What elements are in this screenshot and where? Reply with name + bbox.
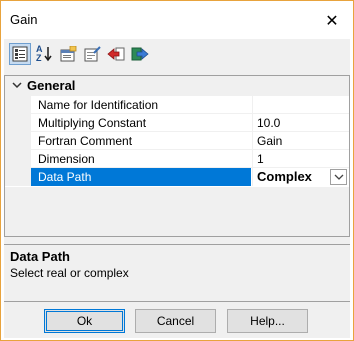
- close-icon: ✕: [325, 10, 339, 30]
- description-panel: Data Path Select real or complex: [4, 244, 350, 300]
- property-pages-icon: [60, 46, 77, 62]
- row-gutter: [5, 168, 31, 186]
- property-name: Dimension: [38, 152, 95, 166]
- green-arrow-button[interactable]: [129, 43, 151, 65]
- edit-page-icon: [84, 46, 101, 62]
- property-name: Multiplying Constant: [38, 116, 147, 130]
- red-arrow-icon: [107, 47, 125, 61]
- property-value[interactable]: 1: [252, 150, 349, 168]
- category-general[interactable]: General: [5, 76, 349, 95]
- green-arrow-icon: [131, 47, 149, 61]
- property-value[interactable]: Gain: [252, 132, 349, 150]
- gain-dialog: Gain ✕ A Z General Name for Identificati…: [0, 0, 354, 341]
- property-row-name-for-identification[interactable]: Name for Identification: [5, 95, 349, 114]
- row-gutter: [5, 114, 31, 132]
- help-button[interactable]: Help...: [227, 309, 308, 333]
- property-list: General Name for Identification Multiply…: [5, 76, 349, 187]
- close-button[interactable]: ✕: [311, 1, 353, 39]
- property-row-dimension[interactable]: Dimension 1: [5, 149, 349, 168]
- categorized-icon: [12, 46, 28, 62]
- dialog-buttons: Ok Cancel Help...: [4, 301, 350, 338]
- row-gutter: [5, 96, 31, 114]
- row-gutter: [5, 150, 31, 168]
- dialog-body: A Z General Name for Identification Mult…: [4, 39, 350, 338]
- property-name: Fortran Comment: [38, 134, 133, 148]
- cancel-button[interactable]: Cancel: [135, 309, 216, 333]
- property-value[interactable]: 10.0: [252, 114, 349, 132]
- title-bar[interactable]: Gain ✕: [1, 1, 353, 39]
- property-name: Data Path: [31, 168, 251, 186]
- row-gutter: [5, 132, 31, 150]
- edit-page-button[interactable]: [81, 43, 103, 65]
- description-text: Select real or complex: [10, 266, 129, 280]
- property-pages-button[interactable]: [57, 43, 79, 65]
- red-arrow-button[interactable]: [105, 43, 127, 65]
- categorized-button[interactable]: [9, 43, 31, 65]
- category-label: General: [27, 78, 76, 93]
- window-title: Gain: [10, 12, 38, 27]
- grid-empty-area: [5, 187, 349, 236]
- alphabetical-icon: A Z: [35, 44, 53, 63]
- property-toolbar: A Z: [4, 39, 350, 73]
- property-grid: General Name for Identification Multiply…: [4, 75, 350, 237]
- ok-button[interactable]: Ok: [44, 309, 125, 333]
- alphabetical-button[interactable]: A Z: [33, 43, 55, 65]
- chevron-down-icon[interactable]: [11, 79, 23, 91]
- chevron-down-icon: [334, 174, 343, 180]
- property-name: Name for Identification: [38, 98, 159, 112]
- property-row-multiplying-constant[interactable]: Multiplying Constant 10.0: [5, 113, 349, 132]
- data-path-value: Complex: [257, 169, 312, 184]
- property-value[interactable]: [252, 96, 349, 114]
- data-path-dropdown-button[interactable]: [330, 169, 347, 185]
- property-row-data-path[interactable]: Data Path Complex: [5, 167, 349, 186]
- description-title: Data Path: [10, 249, 70, 264]
- property-value[interactable]: Complex: [252, 168, 349, 186]
- property-row-fortran-comment[interactable]: Fortran Comment Gain: [5, 131, 349, 150]
